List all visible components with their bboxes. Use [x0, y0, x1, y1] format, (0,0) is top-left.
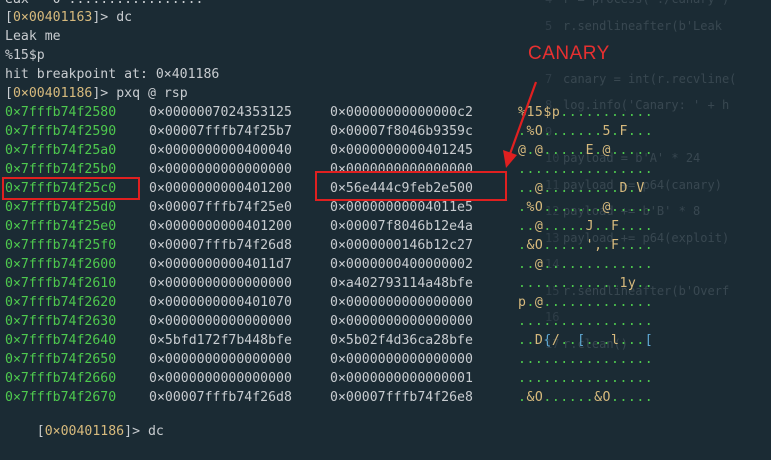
row-qword-2: 0×0000000000000000	[330, 352, 473, 367]
row-qword-2: 0×a402793114a48bfe	[330, 276, 473, 291]
prompt-address: 0×00401163	[12, 10, 93, 25]
memory-dump-row: 0×7fffb74f2660 0×0000000000000000 0×000000…	[5, 369, 765, 388]
row-ascii: p.@.............	[518, 295, 654, 310]
row-qword-1: 0×0000007024353125	[149, 105, 292, 120]
row-qword-2: 0×0000000000401245	[330, 143, 473, 158]
canary-annotation-label: CANARY	[528, 43, 610, 64]
row-address: 0×7fffb74f2630	[5, 314, 117, 329]
row-ascii: ................	[518, 352, 654, 367]
row-qword-2: 0×0000000000000000	[330, 314, 473, 329]
row-qword-1: 0×0000000000000000	[149, 371, 292, 386]
row-address: 0×7fffb74f25a0	[5, 143, 117, 158]
row-qword-1: 0×5bfd172f7b448bfe	[149, 333, 292, 348]
output-line: Leak me	[5, 29, 61, 44]
row-qword-2: 0×0000000146b12c27	[330, 238, 473, 253]
prompt-command: pxq @ rsp	[108, 86, 188, 101]
row-qword-1: 0×0000000000000000	[149, 276, 292, 291]
row-ascii: ..@.............	[518, 257, 654, 272]
row-qword-1: 0×0000000000401200	[149, 219, 292, 234]
row-qword-2: 0×00000000000000c2	[330, 105, 473, 120]
memory-dump-row: 0×7fffb74f2630 0×0000000000000000 0×000000…	[5, 312, 765, 331]
prompt-line: [0×00401186]> pxq @ rsp	[5, 86, 188, 101]
row-ascii: .%O.......@.....	[518, 200, 654, 215]
row-ascii: ................	[518, 371, 654, 386]
canary-arrow-icon	[503, 81, 538, 168]
row-qword-1: 0×00007fffb74f26d8	[149, 238, 292, 253]
row-address: 0×7fffb74f2590	[5, 124, 117, 139]
memory-dump-row: 0×7fffb74f2640 0×5bfd172f7b448bfe 0×5b02f4…	[5, 331, 765, 350]
prompt-command: dc	[108, 10, 133, 25]
prompt-address: 0×00401186	[44, 424, 125, 439]
row-address: 0×7fffb74f2620	[5, 295, 117, 310]
row-ascii: .&O.....',.F....	[518, 238, 654, 253]
row-ascii: ..D{/..[...l...[	[518, 333, 654, 348]
row-address: 0×7fffb74f25f0	[5, 238, 117, 253]
row-ascii: ..@.....J..F....	[518, 219, 654, 234]
output-line: hit breakpoint at: 0×401186	[5, 67, 220, 82]
row-qword-1: 0×0000000000401070	[149, 295, 292, 310]
output-line: %15$p	[5, 48, 45, 63]
row-qword-1: 0×0000000000400040	[149, 143, 292, 158]
memory-dump-row: 0×7fffb74f25a0 0×0000000000400040 0×000000…	[5, 141, 765, 160]
row-address: 0×7fffb74f2640	[5, 333, 117, 348]
prompt-address: 0×00401186	[12, 86, 93, 101]
row-ascii: ............1y..	[518, 276, 654, 291]
terminal-window[interactable]: eax 0 ................. [0×00401163]> dc…	[0, 0, 771, 439]
memory-dump-row: 0×7fffb74f25e0 0×0000000000401200 0×00007f…	[5, 217, 765, 236]
row-qword-1: 0×00007fffb74f25e0	[149, 200, 292, 215]
row-address: 0×7fffb74f2650	[5, 352, 117, 367]
prompt-line: [0×00401163]> dc	[5, 10, 133, 25]
row-qword-1: 0×00007fffb74f25b7	[149, 124, 292, 139]
row-qword-2: 0×0000000000000000	[330, 295, 473, 310]
row-qword-1: 0×0000000000000000	[149, 162, 292, 177]
row-address: 0×7fffb74f2600	[5, 257, 117, 272]
row-qword-2: 0×5b02f4d36ca28bfe	[330, 333, 473, 348]
row-qword-1: 0×0000000000401200	[149, 181, 292, 196]
row-address: 0×7fffb74f2580	[5, 105, 117, 120]
row-qword-1: 0×0000000000000000	[149, 314, 292, 329]
row-address: 0×7fffb74f25d0	[5, 200, 117, 215]
prompt-command: dc	[140, 424, 164, 439]
row-qword-2: 0×00007fffb74f26e8	[330, 390, 473, 405]
row-ascii: ................	[518, 314, 654, 329]
memory-dump-row: 0×7fffb74f2580 0×0000007024353125 0×000000…	[5, 103, 765, 122]
highlight-address-box	[2, 177, 140, 200]
row-qword-2: 0×00007f8046b12e4a	[330, 219, 473, 234]
row-ascii: .&O......&O.....	[518, 390, 654, 405]
row-qword-1: 0×00000000004011d7	[149, 257, 292, 272]
row-qword-1: 0×00007fffb74f26d8	[149, 390, 292, 405]
row-qword-1: 0×0000000000000000	[149, 352, 292, 367]
memory-dump-row: 0×7fffb74f2590 0×00007fffb74f25b7 0×00007f…	[5, 122, 765, 141]
memory-dump-row: 0×7fffb74f25f0 0×00007fffb74f26d8 0×000000…	[5, 236, 765, 255]
memory-dump-row: 0×7fffb74f2610 0×0000000000000000 0×a40279…	[5, 274, 765, 293]
row-address: 0×7fffb74f2610	[5, 276, 117, 291]
memory-dump-row: 0×7fffb74f2650 0×0000000000000000 0×000000…	[5, 350, 765, 369]
row-address: 0×7fffb74f25e0	[5, 219, 117, 234]
memory-dump-row: 0×7fffb74f2620 0×0000000000401070 0×000000…	[5, 293, 765, 312]
memory-dump-row: 0×7fffb74f2600 0×00000000004011d7 0×000000…	[5, 255, 765, 274]
row-qword-2: 0×00007f8046b9359c	[330, 124, 473, 139]
row-address: 0×7fffb74f2660	[5, 371, 117, 386]
row-qword-2: 0×0000000400000002	[330, 257, 473, 272]
row-qword-2: 0×0000000000000001	[330, 371, 473, 386]
last-prompt-line[interactable]: [0×00401186]> dc	[5, 403, 164, 439]
